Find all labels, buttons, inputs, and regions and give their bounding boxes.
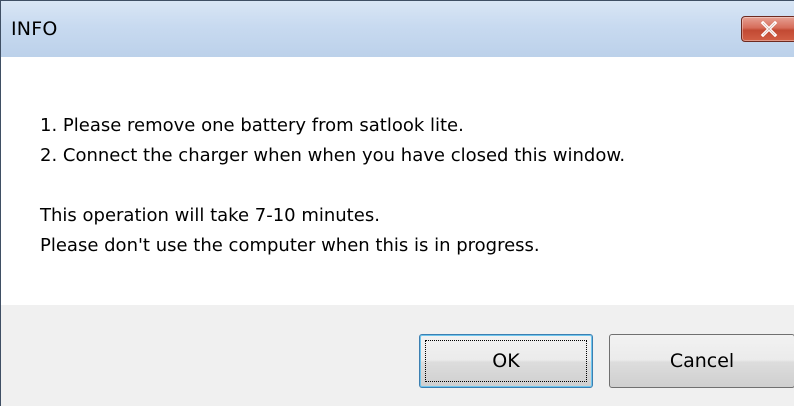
message-line-1: 1. Please remove one battery from satloo…	[40, 115, 464, 136]
window-title: INFO	[11, 18, 58, 40]
ok-button[interactable]: OK	[419, 334, 593, 388]
info-dialog: INFO 1. Please remove one battery from s…	[0, 0, 794, 406]
ok-button-label: OK	[492, 350, 520, 372]
cancel-button[interactable]: Cancel	[609, 334, 794, 388]
message-area: 1. Please remove one battery from satloo…	[1, 57, 794, 305]
title-bar[interactable]: INFO	[1, 1, 794, 57]
close-button[interactable]	[741, 16, 794, 42]
message-line-3: This operation will take 7-10 minutes.	[40, 205, 380, 226]
message-line-2: 2. Connect the charger when when you hav…	[40, 145, 626, 166]
close-x-icon	[760, 21, 778, 37]
message-line-4: Please don't use the computer when this …	[40, 235, 540, 256]
cancel-button-label: Cancel	[669, 350, 735, 372]
